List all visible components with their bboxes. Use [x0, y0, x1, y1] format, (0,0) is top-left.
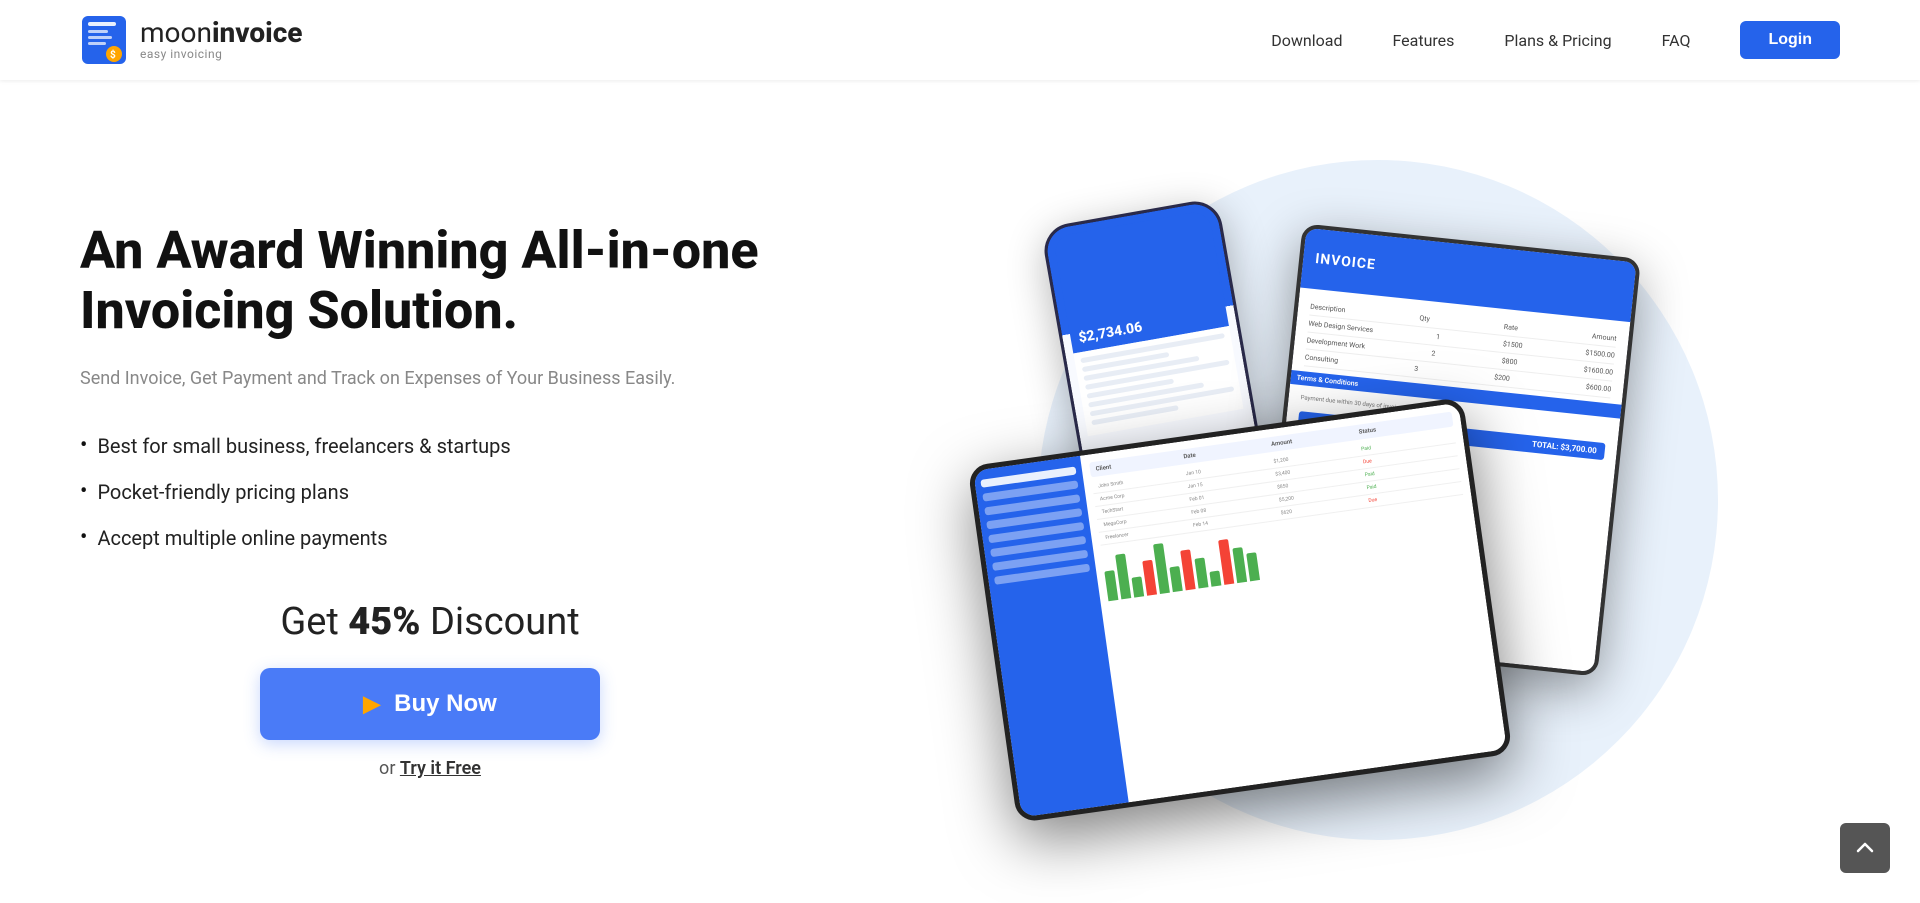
ipad-main-content: Client Date Amount Status John Smith Jan…	[1080, 403, 1507, 803]
nav-links: Download Features Plans & Pricing FAQ Lo…	[1271, 21, 1840, 59]
logo-text: mooninvoice easy invoicing	[140, 19, 303, 61]
scroll-to-top-button[interactable]	[1840, 823, 1890, 873]
chart-bar-3	[1142, 560, 1157, 596]
chart-bar-0	[1104, 570, 1118, 601]
logo-icon: $	[80, 14, 128, 66]
logo[interactable]: $ mooninvoice easy invoicing	[80, 14, 303, 66]
discount-text: Get 45% Discount	[80, 600, 780, 644]
bullet-item-3: • Accept multiple online payments	[80, 526, 780, 550]
chart-bar-8	[1209, 571, 1221, 587]
ipad-screen: Client Date Amount Status John Smith Jan…	[973, 403, 1507, 818]
logo-name: mooninvoice	[140, 19, 303, 47]
nav-download[interactable]: Download	[1271, 31, 1342, 50]
hero-devices: $2,734.06	[780, 150, 1840, 850]
chart-bar-9	[1218, 539, 1234, 585]
buy-arrow-icon: ▶	[363, 691, 380, 717]
chart-bar-7	[1194, 557, 1208, 588]
bullet-dot-3: •	[80, 527, 87, 549]
nav-features[interactable]: Features	[1392, 31, 1454, 50]
bullet-item-1: • Best for small business, freelancers &…	[80, 434, 780, 458]
chevron-up-icon	[1854, 837, 1876, 859]
feature-bullets: • Best for small business, freelancers &…	[80, 434, 780, 550]
devices-container: $2,734.06	[970, 190, 1650, 810]
ipad-mockup: Client Date Amount Status John Smith Jan…	[967, 397, 1512, 823]
chart-bar-5	[1169, 566, 1182, 592]
try-free-section: or Try it Free	[80, 758, 780, 779]
chart-bar-1	[1115, 553, 1131, 599]
chart-bar-10	[1232, 547, 1247, 583]
nav-faq[interactable]: FAQ	[1662, 31, 1691, 50]
hero-section: An Award Winning All-in-one Invoicing So…	[0, 80, 1920, 900]
hero-title: An Award Winning All-in-one Invoicing So…	[80, 221, 780, 341]
buy-now-button[interactable]: ▶ Buy Now	[260, 668, 600, 740]
chart-bar-6	[1180, 549, 1195, 590]
logo-tagline: easy invoicing	[140, 47, 303, 61]
svg-text:$: $	[110, 48, 116, 61]
chart-bar-2	[1131, 576, 1144, 597]
chart-bar-11	[1246, 552, 1260, 581]
hero-content: An Award Winning All-in-one Invoicing So…	[80, 221, 780, 778]
bullet-dot-2: •	[80, 481, 87, 503]
hero-subtitle: Send Invoice, Get Payment and Track on E…	[80, 365, 680, 394]
bullet-dot-1: •	[80, 435, 87, 457]
bullet-item-2: • Pocket-friendly pricing plans	[80, 480, 780, 504]
try-free-link[interactable]: Try it Free	[400, 758, 481, 779]
navbar: $ mooninvoice easy invoicing Download Fe…	[0, 0, 1920, 80]
invoice-title-text: INVOICE	[1314, 251, 1376, 273]
nav-plans[interactable]: Plans & Pricing	[1504, 31, 1611, 50]
login-button[interactable]: Login	[1740, 21, 1840, 59]
